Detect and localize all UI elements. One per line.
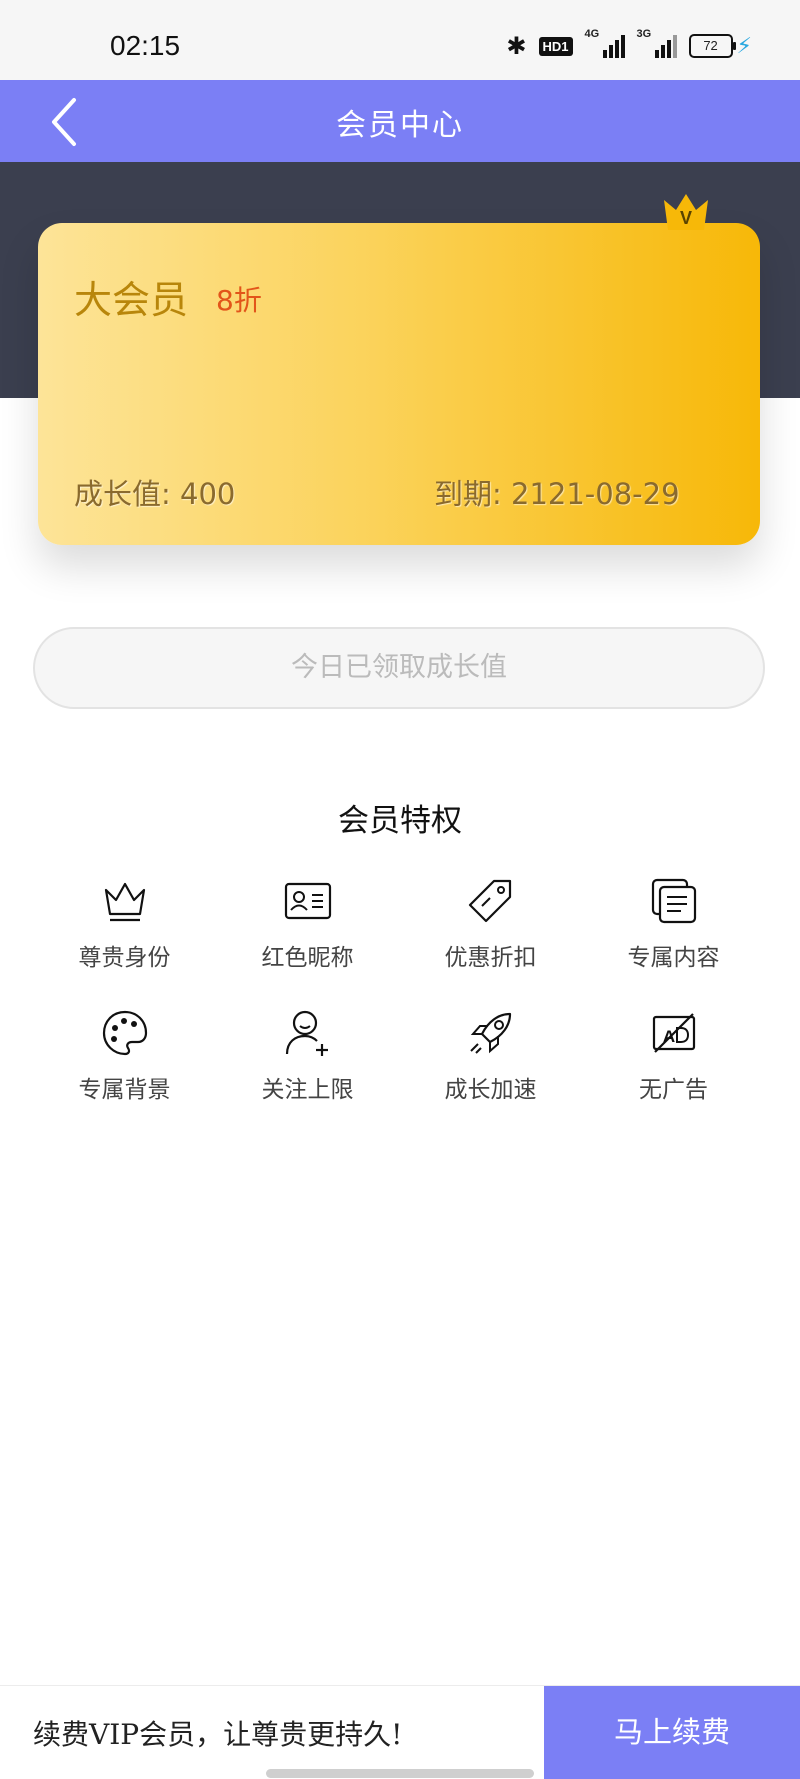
id-card-icon (284, 882, 331, 920)
member-level-title: 大会员 (74, 278, 189, 322)
palette-icon (102, 1010, 147, 1056)
privilege-label: 专属内容 (627, 945, 720, 971)
signal-3g-label: 3G (636, 28, 652, 40)
nav-bar: 会员中心 (0, 80, 800, 162)
status-icons: ✱ HD1 4G 3G 72 ⚡ (506, 28, 752, 60)
privilege-label: 专属背景 (78, 1077, 171, 1103)
signal-4g-label: 4G (584, 28, 600, 40)
bluetooth-icon: ✱ (506, 32, 527, 60)
privilege-label: 成长加速 (444, 1077, 537, 1103)
documents-icon (651, 878, 696, 924)
hd-badge: HD1 (538, 36, 573, 56)
privilege-item-exclusive-background[interactable]: 专属背景 (33, 1002, 216, 1112)
vip-crown-icon: V (664, 194, 708, 230)
bolt-icon: ⚡ (736, 33, 752, 59)
vip-crown-letter: V (680, 208, 692, 228)
rocket-icon (469, 1012, 511, 1054)
renew-now-button[interactable]: 马上续费 (544, 1686, 800, 1779)
no-ad-icon: A (652, 1013, 695, 1053)
vip-card: 大会员 8折 成长值: 400 到期: 2121-08-29 (38, 223, 760, 545)
privileges-grid: 尊贵身份 红色昵称 优惠折扣 专属内容 专属背景 关注上限 成长加速 无广告 (33, 870, 765, 1112)
tag-icon (468, 879, 511, 923)
privilege-item-exclusive-content[interactable]: 专属内容 (582, 870, 765, 980)
crown-icon (104, 882, 145, 922)
user-add-icon (285, 1010, 328, 1056)
privileges-title: 会员特权 (338, 803, 462, 839)
expire-date: 到期: 2121-08-29 (434, 477, 680, 511)
battery-icon: 72 (688, 34, 736, 58)
privilege-item-discount[interactable]: 优惠折扣 (399, 870, 582, 980)
privilege-item-follow-limit[interactable]: 关注上限 (216, 1002, 399, 1112)
privilege-item-growth-boost[interactable]: 成长加速 (399, 1002, 582, 1112)
privilege-label: 红色昵称 (261, 945, 354, 971)
discount-label: 8折 (216, 284, 262, 317)
bottom-bar: 续费VIP会员，让尊贵更持久! 马上续费 (0, 1685, 800, 1779)
page-title: 会员中心 (336, 108, 464, 143)
privilege-label: 关注上限 (261, 1077, 354, 1103)
growth-value: 成长值: 400 (74, 477, 236, 511)
privilege-item-red-nickname[interactable]: 红色昵称 (216, 870, 399, 980)
renew-promo-text: 续费VIP会员，让尊贵更持久! (33, 1718, 403, 1751)
privilege-label: 优惠折扣 (444, 945, 537, 971)
privilege-label: 尊贵身份 (78, 945, 171, 971)
status-time: 02:15 (110, 30, 181, 61)
privilege-item-identity[interactable]: 尊贵身份 (33, 870, 216, 980)
signal-4g-icon: 4G (585, 28, 625, 58)
signal-3g-icon: 3G (637, 28, 677, 58)
home-indicator[interactable] (266, 1769, 534, 1778)
privilege-item-no-ads[interactable]: A 无广告 (582, 1002, 765, 1112)
privilege-label: 无广告 (639, 1077, 708, 1103)
claim-growth-button[interactable]: 今日已领取成长值 (33, 627, 765, 709)
status-bar: 02:15 ✱ HD1 4G 3G 72 ⚡ (0, 0, 800, 80)
